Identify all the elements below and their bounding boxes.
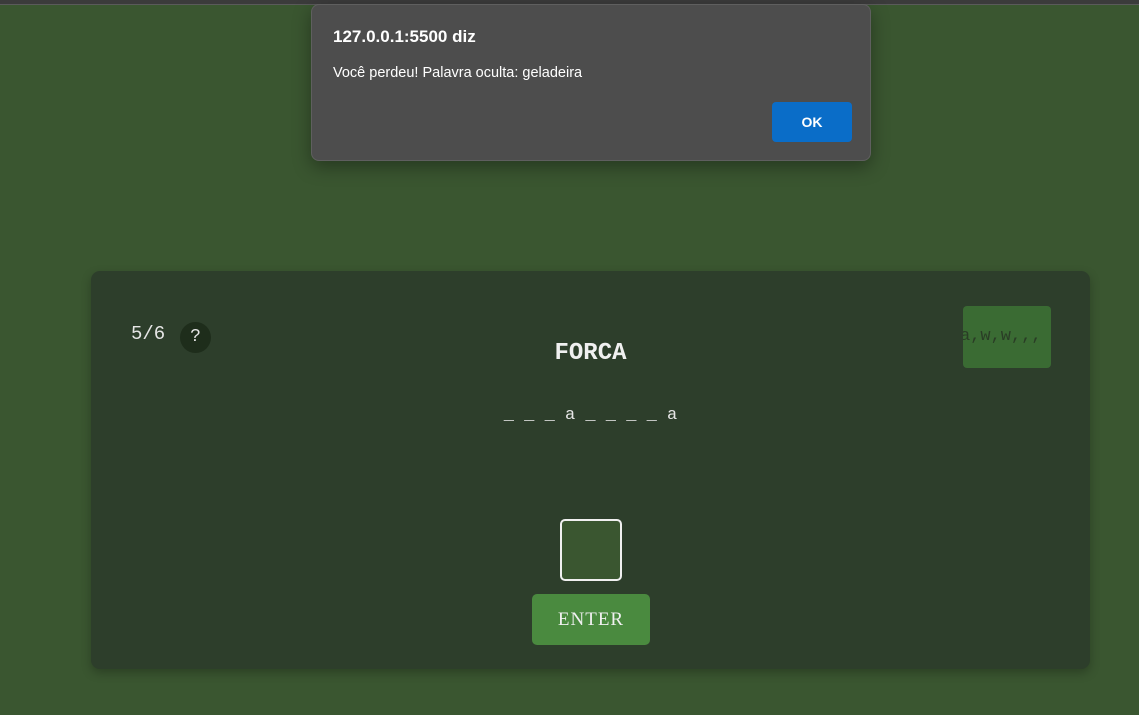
ok-button[interactable]: OK	[772, 102, 852, 142]
alert-origin: 127.0.0.1:5500 diz	[333, 27, 476, 46]
alert-message: Você perdeu! Palavra oculta: geladeira	[333, 65, 583, 81]
used-letters-box: a,w,w,,,	[963, 306, 1051, 368]
hidden-word-display: _ _ _ a _ _ _ _ a	[503, 406, 678, 425]
game-title: FORCA	[554, 340, 627, 367]
letter-input[interactable]	[560, 519, 622, 581]
game-card: 5/6 ? FORCA a,w,w,,, _ _ _ a _ _ _ _ a E…	[91, 271, 1090, 669]
enter-button[interactable]: ENTER	[532, 594, 650, 645]
used-letters-text: a,w,w,,,	[963, 327, 1042, 346]
alert-dialog: 127.0.0.1:5500 diz Você perdeu! Palavra …	[311, 4, 871, 161]
